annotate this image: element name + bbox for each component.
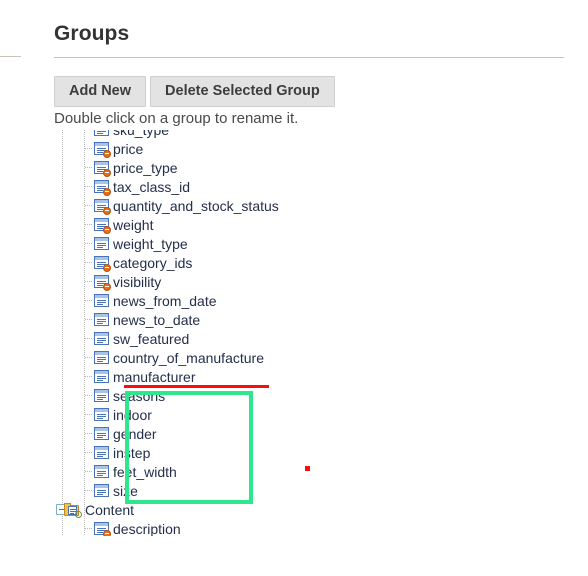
attribute-required-icon <box>94 217 111 234</box>
tree-attribute-row[interactable]: sw_featured <box>51 329 560 348</box>
tree-node-label: price_type <box>113 159 178 176</box>
tree-attribute-row[interactable]: visibility <box>51 272 560 291</box>
delete-selected-group-button[interactable]: Delete Selected Group <box>150 76 335 107</box>
attribute-icon <box>94 350 110 365</box>
attribute-icon <box>94 293 110 308</box>
tree-attribute-row[interactable]: sku_type <box>51 130 560 139</box>
tree-attribute-row[interactable]: tax_class_id <box>51 177 560 196</box>
title-divider <box>54 57 564 58</box>
tree-connector <box>85 224 93 225</box>
left-edge-rule <box>0 56 21 57</box>
attribute-icon <box>94 407 110 422</box>
tree-node-label: description <box>113 520 181 537</box>
attribute-icon <box>94 464 110 479</box>
tree-node-label: visibility <box>113 273 162 290</box>
tree-node-label: country_of_manufacture <box>113 349 264 366</box>
add-new-button[interactable]: Add New <box>54 76 147 107</box>
attribute-icon <box>94 236 110 251</box>
tree-node-label: manufacturer <box>113 368 196 385</box>
tree-attribute-row[interactable]: category_ids <box>51 253 560 272</box>
tree-node-label: news_from_date <box>113 292 217 309</box>
attribute-required-icon <box>94 141 111 158</box>
rename-hint-text: Double click on a group to rename it. <box>54 110 299 127</box>
tree-connector <box>85 414 93 415</box>
tree-connector <box>85 490 93 491</box>
tree-connector <box>85 205 93 206</box>
attribute-icon <box>94 388 110 403</box>
tree-connector <box>85 262 93 263</box>
tree-node-label: price <box>113 140 144 157</box>
attribute-required-icon <box>94 274 111 291</box>
attribute-icon <box>94 426 110 441</box>
tree-attribute-row[interactable]: news_from_date <box>51 291 560 310</box>
groups-toolbar: Add New Delete Selected Group <box>54 76 335 107</box>
tree-attribute-row[interactable]: manufacturer <box>51 367 560 386</box>
tree-node-label: weight <box>113 216 154 233</box>
tree-connector <box>85 167 93 168</box>
tree-connector <box>85 395 93 396</box>
tree-node-label: category_ids <box>113 254 193 271</box>
tree-node-label: quantity_and_stock_status <box>113 197 279 214</box>
tree-node-label: sku_type <box>110 130 169 138</box>
red-underline-annotation <box>124 385 269 388</box>
tree-connector <box>85 338 93 339</box>
folder-icon <box>64 502 82 518</box>
attribute-icon <box>94 445 110 460</box>
tree-connector <box>85 471 93 472</box>
groups-panel: Groups Add New Delete Selected Group Dou… <box>54 0 588 576</box>
tree-node-label: sw_featured <box>113 330 190 347</box>
tree-connector <box>85 186 93 187</box>
tree-attribute-row[interactable]: description <box>51 519 560 536</box>
tree-connector <box>85 281 93 282</box>
tree-attribute-row[interactable]: weight_type <box>51 234 560 253</box>
tree-attribute-row[interactable]: news_to_date <box>51 310 560 329</box>
red-dot-marker <box>305 466 310 471</box>
attribute-required-icon <box>94 198 111 215</box>
tree-attribute-row[interactable]: price <box>51 139 560 158</box>
attribute-required-icon <box>94 521 111 536</box>
tree-attribute-row[interactable]: weight <box>51 215 560 234</box>
tree-attribute-row[interactable]: quantity_and_stock_status <box>51 196 560 215</box>
attribute-required-icon <box>94 255 111 272</box>
page-title: Groups <box>54 22 130 45</box>
tree-connector <box>85 148 93 149</box>
attribute-icon <box>94 312 110 327</box>
attribute-icon <box>94 331 110 346</box>
tree-node-label: tax_class_id <box>113 178 191 195</box>
attribute-icon <box>94 130 110 137</box>
tree-connector <box>85 528 93 529</box>
tree-attribute-row[interactable]: country_of_manufacture <box>51 348 560 367</box>
tree-connector <box>85 243 93 244</box>
attribute-icon <box>94 483 110 498</box>
tree-connector <box>85 376 93 377</box>
tree-connector <box>85 300 93 301</box>
attribute-required-icon <box>94 179 111 196</box>
tree-connector <box>85 319 93 320</box>
tree-node-label: weight_type <box>113 235 188 252</box>
tree-connector <box>85 357 93 358</box>
attribute-icon <box>94 369 110 384</box>
tree-node-label: news_to_date <box>113 311 201 328</box>
tree-connector <box>85 452 93 453</box>
tree-connector <box>85 433 93 434</box>
attribute-required-icon <box>94 160 111 177</box>
green-highlight-box-annotation <box>125 391 253 504</box>
tree-attribute-row[interactable]: price_type <box>51 158 560 177</box>
